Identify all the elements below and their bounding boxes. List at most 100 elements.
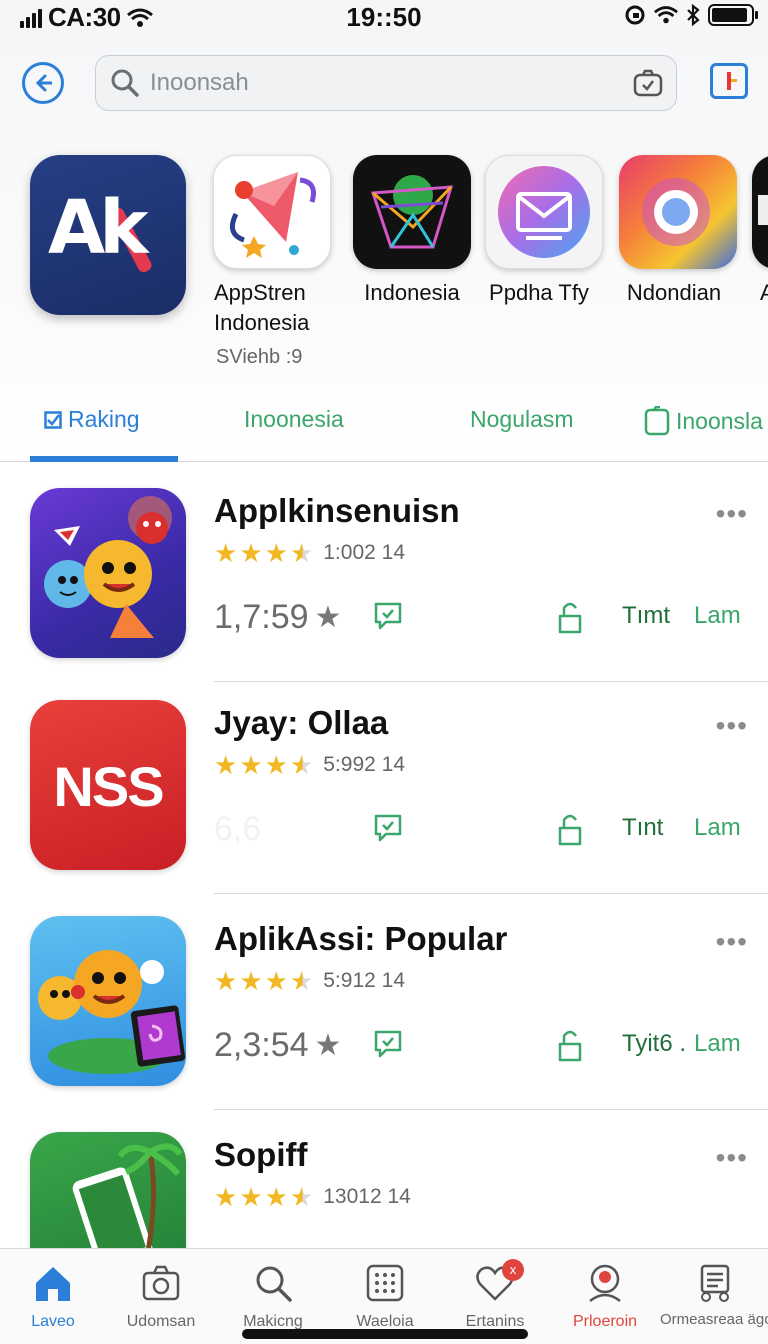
- action-secondary[interactable]: Lam: [694, 602, 741, 630]
- tab-inoonsla-label: Inoonsla: [676, 407, 763, 434]
- message-icon[interactable]: [372, 1028, 404, 1060]
- app-metric: 6,6: [214, 810, 261, 849]
- star-icon: ★: [214, 750, 238, 780]
- more-options-icon[interactable]: •••: [716, 710, 748, 742]
- search-icon: [256, 1266, 292, 1302]
- kite-icon: [229, 172, 316, 258]
- more-options-icon[interactable]: •••: [716, 498, 748, 530]
- half-star-icon: ★: [289, 1182, 314, 1212]
- nav-label: Prloeroin: [572, 1313, 638, 1330]
- nav-label: Laveo: [31, 1313, 75, 1330]
- featured-label-1: AppStren Indonesia: [214, 280, 309, 336]
- tab-nogulasm-label: Nogulasm: [470, 406, 574, 432]
- half-star-icon: ★: [289, 538, 314, 568]
- featured-app-1[interactable]: [213, 155, 331, 269]
- featured-app-3[interactable]: [485, 155, 603, 269]
- camera-icon[interactable]: [632, 67, 664, 99]
- action-secondary[interactable]: Lam: [694, 1030, 741, 1058]
- active-tab-indicator: [30, 456, 178, 462]
- star-icon: ★: [264, 966, 288, 996]
- notification-badge: x: [502, 1259, 524, 1281]
- star-icon: ★: [264, 538, 288, 568]
- bluetooth-icon: [687, 4, 700, 26]
- app-icon: NSS: [30, 700, 186, 870]
- more-options-icon[interactable]: •••: [716, 926, 748, 958]
- share-button[interactable]: [710, 63, 748, 99]
- lock-icon[interactable]: [556, 812, 584, 846]
- tab-nogulasm[interactable]: Nogulasm: [470, 406, 574, 433]
- featured-app-4[interactable]: [619, 155, 737, 269]
- star-icon: ★: [214, 538, 238, 568]
- status-right: [624, 4, 758, 26]
- featured-label-2: Indonesia: [364, 280, 460, 305]
- grey-star-icon: ★: [314, 1029, 342, 1062]
- nav-item-laveo[interactable]: Laveo: [0, 1249, 108, 1344]
- featured-label-4: Ndondian: [626, 280, 722, 305]
- rating-text: 5:992 14: [323, 753, 405, 776]
- tab-raking-label: Raking: [68, 406, 140, 432]
- featured-main-app[interactable]: Ak: [30, 155, 186, 315]
- wifi-icon: [654, 6, 678, 24]
- back-button[interactable]: [22, 62, 64, 104]
- list-item[interactable]: NSS Jyay: Ollaa ••• ★ ★ ★ ★ 5:992 14 6,6…: [0, 676, 768, 894]
- featured-app-5[interactable]: [752, 155, 768, 269]
- more-options-icon[interactable]: •••: [716, 1142, 748, 1174]
- nav-label: Ormeasreaa ägo: [660, 1311, 768, 1328]
- nav-item-ormeasreaa[interactable]: Ormeasreaa ägo: [660, 1249, 768, 1344]
- metric-value: 2,3:54: [214, 1026, 309, 1064]
- app-metric: 1,7:59 ★: [214, 598, 341, 637]
- tab-inoonesia[interactable]: Inoonesia: [244, 406, 344, 433]
- app-name: Sopiff: [214, 1136, 308, 1173]
- list-item[interactable]: Sopiff ••• ★ ★ ★ ★ 13012 14: [0, 1108, 768, 1248]
- app-name: Applkinsenuisn: [214, 492, 460, 529]
- orientation-lock-icon: [625, 5, 645, 25]
- main-app-logo: Ak: [48, 185, 149, 271]
- tablet-icon: [644, 406, 670, 436]
- metric-value: 1,7:59: [214, 598, 309, 636]
- list-icon: [700, 1264, 730, 1302]
- search-input[interactable]: [150, 66, 610, 100]
- metric-value: 6,6: [214, 810, 262, 848]
- nss-logo-icon: NSS: [53, 755, 165, 818]
- app-metric: 2,3:54 ★: [214, 1026, 341, 1065]
- search-bar[interactable]: [95, 55, 677, 111]
- message-icon[interactable]: [372, 812, 404, 844]
- featured-subtitle: SViehb :9: [216, 346, 303, 368]
- grid-icon: [366, 1264, 404, 1302]
- action-secondary[interactable]: Lam: [694, 814, 741, 842]
- featured-label-1-line1: AppStren: [214, 280, 306, 305]
- profile-icon: [589, 1264, 621, 1303]
- featured-app-2[interactable]: [353, 155, 471, 269]
- list-item[interactable]: AplikAssi: Popular ••• ★ ★ ★ ★ 5:912 14 …: [0, 892, 768, 1110]
- rating: ★ ★ ★ ★ 5:992 14: [214, 752, 405, 778]
- nav-item-udomsan[interactable]: Udomsan: [106, 1249, 216, 1344]
- nav-item-prloeroin[interactable]: Prloeroin: [550, 1249, 660, 1344]
- rating: ★ ★ ★ ★ 1:002 14: [214, 540, 405, 566]
- rating: ★ ★ ★ ★ 13012 14: [214, 1184, 411, 1210]
- lock-icon[interactable]: [556, 600, 584, 634]
- star-icon: ★: [239, 1182, 263, 1212]
- half-star-icon: ★: [289, 750, 314, 780]
- message-icon[interactable]: [372, 600, 404, 632]
- rating-text: 1:002 14: [323, 541, 405, 564]
- action-primary[interactable]: Tımt: [622, 602, 670, 630]
- action-primary[interactable]: Tınt: [622, 814, 663, 842]
- star-icon: ★: [239, 750, 263, 780]
- star-icon: ★: [264, 750, 288, 780]
- app-icon: [30, 488, 186, 658]
- star-icon: ★: [214, 966, 238, 996]
- tab-inoonsla[interactable]: Inoonsla: [644, 406, 763, 436]
- star-icon: ★: [239, 966, 263, 996]
- game-characters-icon: [44, 496, 172, 638]
- list-item[interactable]: Applkinsenuisn ••• ★ ★ ★ ★ 1:002 14 1,7:…: [0, 464, 768, 682]
- partial-app-icon: [758, 195, 768, 225]
- category-tabs: Raking Inoonesia Nogulasm Inoonsla: [0, 392, 768, 462]
- app-icon: [30, 916, 186, 1086]
- phone-palm-icon: [72, 1143, 183, 1248]
- home-icon: [36, 1267, 70, 1301]
- action-primary[interactable]: Tyit6 .: [622, 1030, 686, 1058]
- tab-raking[interactable]: Raking: [44, 406, 140, 433]
- app-name: Jyay: Ollaa: [214, 704, 389, 741]
- lock-icon[interactable]: [556, 1028, 584, 1062]
- svg-text:NSS: NSS: [53, 755, 163, 818]
